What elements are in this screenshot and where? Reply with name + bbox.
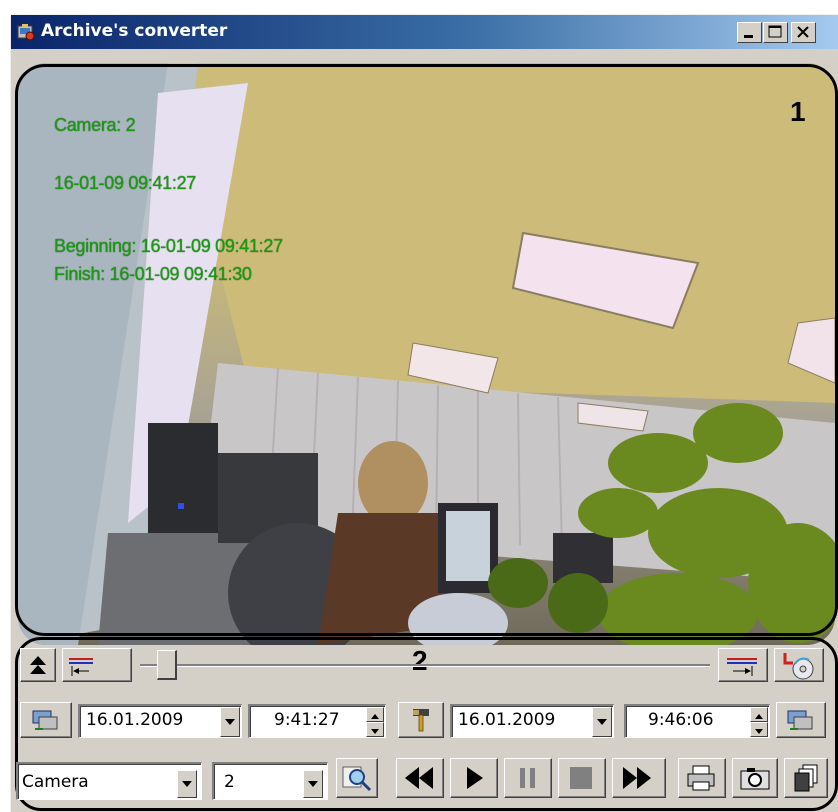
start-time-sync-button[interactable] — [20, 702, 72, 738]
end-time-sync-button[interactable] — [776, 702, 826, 738]
camera-snapshot-icon — [740, 768, 770, 790]
chevron-down-icon — [182, 781, 192, 787]
video-area-outline — [15, 64, 838, 636]
close-icon — [797, 26, 809, 38]
maximize-icon — [768, 25, 782, 38]
time-sync-icon — [787, 710, 813, 730]
spin-down-icon — [371, 729, 379, 734]
start-time-field[interactable]: 9:41:27 — [248, 704, 386, 738]
set-start-marker-icon — [69, 658, 93, 676]
end-time-decrement[interactable] — [750, 722, 768, 737]
fast-forward-button[interactable] — [612, 758, 666, 798]
time-sync-icon — [32, 710, 58, 730]
print-button[interactable] — [678, 758, 726, 798]
search-button[interactable] — [336, 758, 378, 798]
window-title: Archive's converter — [41, 21, 228, 41]
source-id-value: 2 — [224, 772, 235, 792]
minimize-icon — [744, 35, 753, 38]
title-bar[interactable]: Archive's converter — [11, 15, 838, 49]
start-date-picker[interactable]: 16.01.2009 — [78, 704, 242, 738]
minimize-button[interactable] — [737, 22, 762, 43]
pause-button[interactable] — [504, 758, 552, 798]
callout-number-2: 2 — [412, 645, 428, 676]
copy-files-icon — [794, 764, 818, 792]
start-time-increment[interactable] — [366, 707, 384, 722]
start-time-decrement[interactable] — [366, 722, 384, 737]
eject-icon — [30, 656, 46, 674]
source-id-dropdown-button[interactable] — [303, 770, 323, 798]
maximize-button[interactable] — [763, 22, 788, 43]
close-button[interactable] — [791, 22, 816, 43]
end-time-increment[interactable] — [750, 707, 768, 722]
set-start-marker-button[interactable] — [62, 648, 132, 682]
pause-icon — [520, 768, 535, 788]
stop-button[interactable] — [558, 758, 606, 798]
source-id-select[interactable]: 2 — [212, 762, 328, 800]
chevron-down-icon — [225, 719, 235, 725]
copy-files-button[interactable] — [784, 758, 828, 798]
start-time-value: 9:41:27 — [274, 710, 340, 730]
start-date-value: 16.01.2009 — [86, 710, 184, 730]
fast-forward-icon — [623, 767, 651, 789]
hammer-icon — [413, 709, 429, 732]
end-time-value: 9:46:06 — [648, 710, 714, 730]
play-icon — [467, 767, 483, 789]
end-time-field[interactable]: 9:46:06 — [624, 704, 770, 738]
chevron-down-icon — [597, 719, 607, 725]
search-icon — [342, 766, 372, 792]
snapshot-button[interactable] — [732, 758, 778, 798]
hammer-button[interactable] — [398, 702, 444, 738]
play-button[interactable] — [450, 758, 498, 798]
source-type-select[interactable]: Camera — [16, 762, 202, 800]
playback-slider-track[interactable] — [140, 664, 710, 667]
end-date-picker[interactable]: 16.01.2009 — [450, 704, 614, 738]
export-disc-icon — [783, 653, 814, 680]
end-date-dropdown-button[interactable] — [592, 707, 612, 737]
stop-icon — [570, 767, 592, 789]
end-date-value: 16.01.2009 — [458, 710, 556, 730]
start-date-dropdown-button[interactable] — [220, 707, 240, 737]
rewind-button[interactable] — [396, 758, 444, 798]
rewind-icon — [405, 767, 433, 789]
set-end-marker-icon — [727, 658, 757, 676]
print-icon — [687, 765, 715, 791]
callout-number-1: 1 — [790, 96, 806, 127]
export-button[interactable] — [774, 648, 824, 682]
archive-converter-icon — [17, 23, 35, 41]
playback-slider-thumb[interactable] — [156, 650, 177, 680]
source-type-value: Camera — [22, 772, 89, 792]
spin-down-icon — [755, 729, 763, 734]
set-end-marker-button[interactable] — [718, 648, 768, 682]
eject-button[interactable] — [20, 648, 56, 682]
chevron-down-icon — [308, 781, 318, 787]
source-type-dropdown-button[interactable] — [177, 770, 197, 798]
